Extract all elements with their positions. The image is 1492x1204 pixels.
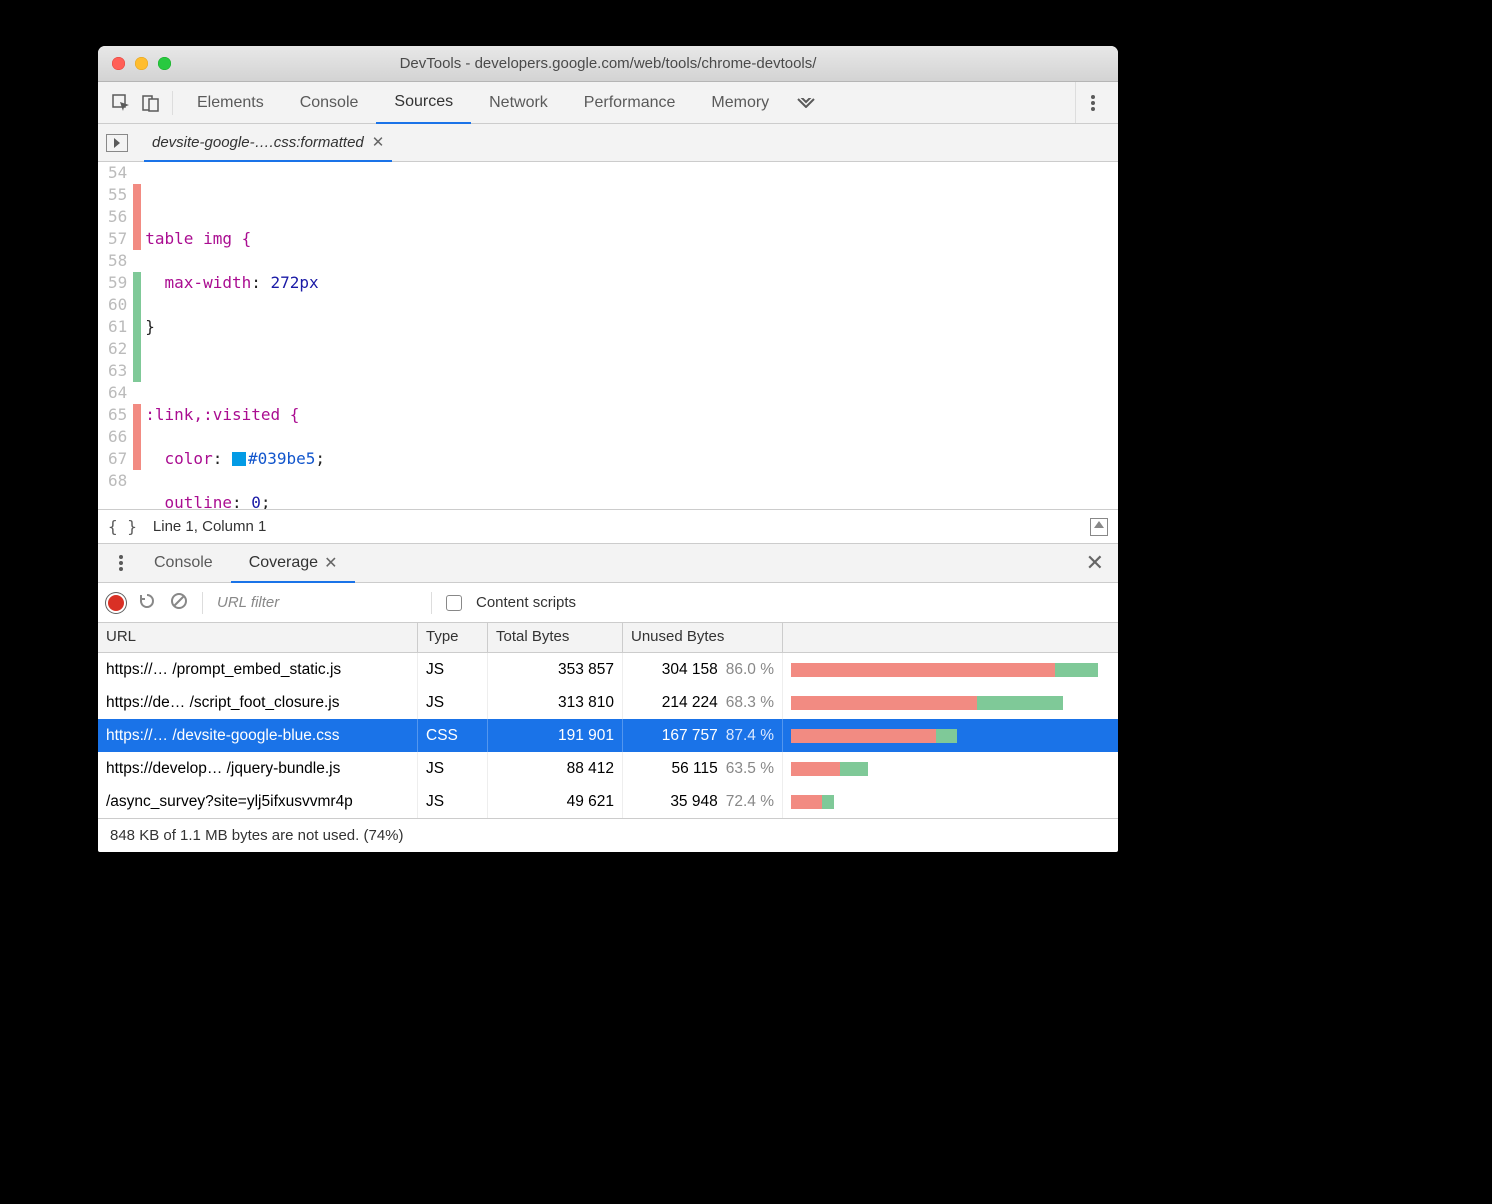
coverage-row[interactable]: https://develop… /jquery-bundle.jsJS88 4… [98, 752, 1118, 785]
line-number-gutter: 545556575859606162636465666768 [98, 162, 133, 509]
coverage-total: 353 857 [488, 653, 623, 686]
coverage-bar [783, 653, 1118, 686]
inspect-element-icon[interactable] [106, 88, 136, 118]
cursor-position: Line 1, Column 1 [153, 518, 266, 535]
col-header-bar [783, 623, 1118, 652]
record-button[interactable] [108, 595, 124, 611]
tab-sources[interactable]: Sources [376, 83, 471, 124]
coverage-unused: 56 11563.5 % [623, 752, 783, 785]
tabs-overflow-icon[interactable] [787, 82, 825, 123]
tab-performance[interactable]: Performance [566, 82, 694, 123]
coverage-type: JS [418, 752, 488, 785]
content-scripts-label: Content scripts [476, 594, 576, 611]
close-coverage-tab-icon[interactable]: ✕ [324, 553, 337, 573]
coverage-bar [783, 686, 1118, 719]
code-editor[interactable]: 545556575859606162636465666768 table img… [98, 162, 1118, 509]
minimize-window-button[interactable] [135, 57, 148, 70]
color-swatch[interactable] [232, 452, 246, 466]
coverage-unused: 304 15886.0 % [623, 653, 783, 686]
coverage-total: 49 621 [488, 785, 623, 818]
close-drawer-icon[interactable]: ✕ [1080, 550, 1110, 576]
window-title: DevTools - developers.google.com/web/too… [98, 55, 1118, 72]
coverage-type: JS [418, 686, 488, 719]
code-content[interactable]: table img { max-width: 272px } :link,:vi… [141, 162, 1118, 509]
titlebar[interactable]: DevTools - developers.google.com/web/too… [98, 46, 1118, 82]
coverage-url: https://… /prompt_embed_static.js [98, 653, 418, 686]
coverage-bar [783, 719, 1118, 752]
coverage-row[interactable]: /async_survey?site=ylj5ifxusvvmr4pJS49 6… [98, 785, 1118, 818]
pretty-print-icon[interactable]: { } [108, 517, 137, 536]
coverage-row[interactable]: https://… /prompt_embed_static.jsJS353 8… [98, 653, 1118, 686]
close-file-tab-icon[interactable]: ✕ [372, 133, 385, 151]
file-tab-label: devsite-google-….css:formatted [152, 134, 364, 151]
clear-icon[interactable] [170, 592, 188, 614]
tab-network[interactable]: Network [471, 82, 566, 123]
coverage-url: https://… /devsite-google-blue.css [98, 719, 418, 752]
coverage-url: /async_survey?site=ylj5ifxusvvmr4p [98, 785, 418, 818]
settings-kebab-icon[interactable] [1075, 82, 1110, 123]
close-window-button[interactable] [112, 57, 125, 70]
coverage-row[interactable]: https://de… /script_foot_closure.jsJS313… [98, 686, 1118, 719]
col-header-total[interactable]: Total Bytes [488, 623, 623, 652]
drawer-tab-coverage[interactable]: Coverage ✕ [231, 545, 356, 583]
coverage-bar [783, 752, 1118, 785]
collapse-pane-icon[interactable] [1090, 518, 1108, 536]
tab-memory[interactable]: Memory [693, 82, 787, 123]
coverage-type: JS [418, 785, 488, 818]
coverage-row[interactable]: https://… /devsite-google-blue.cssCSS191… [98, 719, 1118, 752]
tab-elements[interactable]: Elements [179, 82, 282, 123]
main-tab-bar: Elements Console Sources Network Perform… [98, 82, 1118, 124]
tab-console[interactable]: Console [282, 82, 377, 123]
coverage-footer: 848 KB of 1.1 MB bytes are not used. (74… [98, 818, 1118, 852]
coverage-type: CSS [418, 719, 488, 752]
coverage-table-body: https://… /prompt_embed_static.jsJS353 8… [98, 653, 1118, 818]
file-tab-devsite-css[interactable]: devsite-google-….css:formatted ✕ [144, 125, 392, 162]
coverage-unused: 214 22468.3 % [623, 686, 783, 719]
col-header-unused[interactable]: Unused Bytes [623, 623, 783, 652]
toggle-device-icon[interactable] [136, 88, 166, 118]
devtools-window: DevTools - developers.google.com/web/too… [98, 46, 1118, 852]
file-tab-bar: devsite-google-….css:formatted ✕ [98, 124, 1118, 162]
drawer-kebab-icon[interactable] [106, 548, 136, 578]
coverage-toolbar: URL filter Content scripts [98, 583, 1118, 623]
coverage-total: 191 901 [488, 719, 623, 752]
show-navigator-icon[interactable] [106, 134, 128, 152]
coverage-bar [783, 785, 1118, 818]
coverage-gutter [133, 162, 141, 509]
coverage-url: https://develop… /jquery-bundle.js [98, 752, 418, 785]
col-header-type[interactable]: Type [418, 623, 488, 652]
coverage-total: 313 810 [488, 686, 623, 719]
coverage-type: JS [418, 653, 488, 686]
drawer-tab-bar: Console Coverage ✕ ✕ [98, 543, 1118, 583]
reload-icon[interactable] [138, 592, 156, 614]
editor-status-bar: { } Line 1, Column 1 [98, 509, 1118, 543]
content-scripts-checkbox[interactable] [446, 595, 462, 611]
coverage-unused: 167 75787.4 % [623, 719, 783, 752]
col-header-url[interactable]: URL [98, 623, 418, 652]
url-filter-input[interactable]: URL filter [217, 594, 417, 611]
drawer-tab-console[interactable]: Console [136, 544, 231, 582]
coverage-total: 88 412 [488, 752, 623, 785]
coverage-unused: 35 94872.4 % [623, 785, 783, 818]
coverage-url: https://de… /script_foot_closure.js [98, 686, 418, 719]
zoom-window-button[interactable] [158, 57, 171, 70]
coverage-table-header: URL Type Total Bytes Unused Bytes [98, 623, 1118, 653]
